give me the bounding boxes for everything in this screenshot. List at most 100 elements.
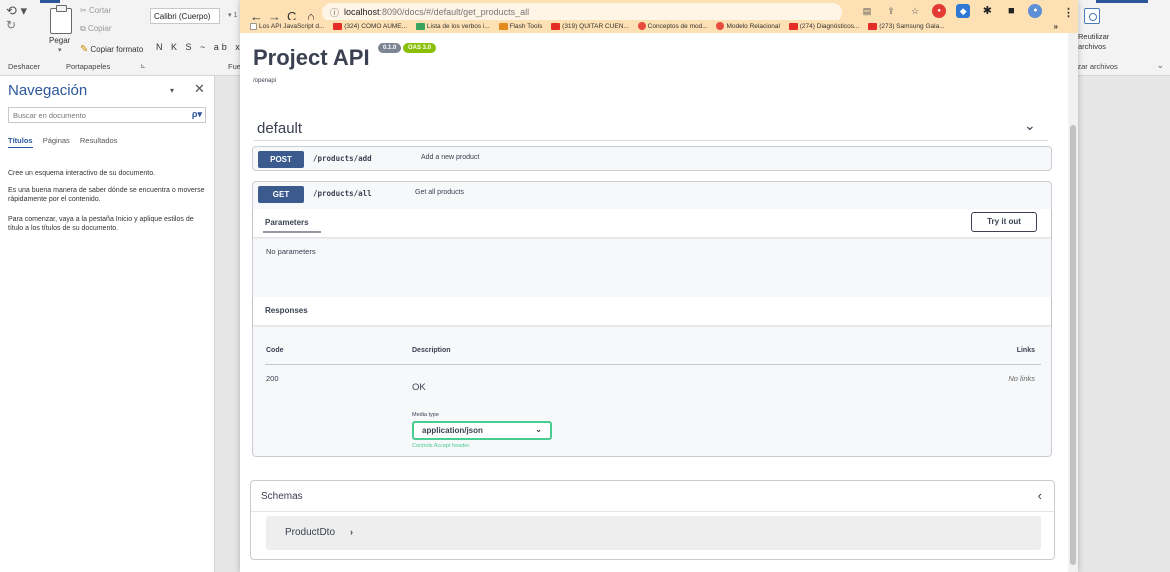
bookmarks-bar: Los API JavaScript d... (324) COMO AUME.… bbox=[240, 20, 1078, 33]
parameters-tab[interactable]: Parameters bbox=[265, 218, 309, 227]
cut-button[interactable]: ✂ Cortar bbox=[80, 6, 111, 15]
divider bbox=[251, 511, 1054, 512]
bookmark-item[interactable]: (324) COMO AUME... bbox=[333, 20, 407, 33]
try-it-out-button[interactable]: Try it out bbox=[971, 212, 1037, 232]
paste-button[interactable]: Pegar bbox=[49, 36, 70, 45]
operation-get-products-all: GET /products/all Get all products Param… bbox=[252, 181, 1052, 457]
reuse-files-label-1: Reutilizar bbox=[1078, 32, 1110, 41]
side-panel-icon[interactable]: ■ bbox=[1004, 4, 1018, 18]
version-badge: 0.1.0 bbox=[378, 43, 402, 53]
method-badge: POST bbox=[258, 151, 304, 168]
chevron-down-icon[interactable]: ⌄ bbox=[1024, 117, 1036, 134]
reuse-files-button[interactable]: Reutilizar archivos bbox=[1078, 32, 1109, 52]
redo-icon[interactable]: ↻ bbox=[6, 18, 40, 32]
cut-icon: ✂ bbox=[80, 6, 89, 15]
font-format-buttons[interactable]: N K S ~ ab x bbox=[156, 42, 243, 52]
site-icon bbox=[637, 22, 646, 31]
scrollbar-thumb[interactable] bbox=[1070, 125, 1076, 565]
bookmark-item[interactable]: Modelo Relacional bbox=[716, 20, 780, 33]
scrollbar[interactable] bbox=[1068, 33, 1078, 572]
operation-summary[interactable]: POST /products/add Add a new product bbox=[253, 147, 1051, 172]
url-host: localhost bbox=[344, 7, 380, 17]
bookmark-item[interactable]: (273) Samsung Gala... bbox=[868, 20, 945, 33]
bookmark-item[interactable]: Lista de los verbos i... bbox=[415, 20, 490, 33]
nav-help-text-2: Es una buena manera de saber dónde se en… bbox=[8, 187, 205, 203]
nav-pane-options-icon[interactable]: ▾ bbox=[170, 86, 174, 95]
openapi-link[interactable]: /openapi bbox=[253, 78, 276, 84]
extensions-puzzle-icon[interactable]: ✱ bbox=[980, 4, 994, 18]
paste-icon[interactable] bbox=[50, 5, 72, 34]
search-icon[interactable]: ρ▾ bbox=[192, 109, 202, 120]
schema-model[interactable]: ProductDto › bbox=[266, 516, 1041, 550]
bookmark-label: Modelo Relacional bbox=[726, 23, 780, 30]
swagger-page: Project API 0.1.0 OAS 3.0 /openapi defau… bbox=[240, 33, 1078, 572]
profile-avatar-icon[interactable]: ● bbox=[1028, 4, 1043, 18]
font-name-select[interactable]: Calibri (Cuerpo) bbox=[150, 8, 220, 24]
site-info-icon[interactable]: ⓘ bbox=[330, 6, 339, 19]
chevron-left-icon[interactable]: ‹ bbox=[1038, 488, 1042, 503]
tag-title[interactable]: default bbox=[257, 120, 302, 137]
nav-tab-results[interactable]: Resultados bbox=[80, 136, 118, 147]
bookmark-item[interactable]: (319) QUITAR CUEN... bbox=[551, 20, 629, 33]
share-icon[interactable]: ⇪ bbox=[884, 4, 898, 18]
operation-description: Add a new product bbox=[421, 154, 480, 161]
youtube-icon bbox=[333, 22, 343, 30]
font-size-dropdown-icon[interactable]: ▾ 1 bbox=[228, 11, 237, 19]
format-painter-button[interactable]: ✎ Copiar formato bbox=[80, 44, 143, 55]
extension-icons: ▤ ⇪ ☆ ● ◆ ✱ ■ ● bbox=[860, 4, 1049, 20]
bookmark-item[interactable]: (274) Diagnósticos... bbox=[788, 20, 860, 33]
bookmark-item[interactable]: Conceptos de mod... bbox=[637, 20, 708, 33]
oas-badge: OAS 3.0 bbox=[403, 43, 437, 53]
nav-help-text-3: Para comenzar, vaya a la pestaña Inicio … bbox=[8, 216, 194, 232]
bookmark-label: Conceptos de mod... bbox=[647, 23, 708, 30]
divider bbox=[265, 364, 1041, 365]
media-type-label: Media type bbox=[412, 412, 439, 418]
copy-button[interactable]: ⧉ Copiar bbox=[80, 24, 112, 34]
extension-icon[interactable]: ◆ bbox=[956, 4, 971, 18]
chevron-right-icon[interactable]: › bbox=[350, 527, 353, 537]
nav-tab-headings[interactable]: Títulos bbox=[8, 136, 33, 148]
bookmark-item[interactable]: Flash Tools bbox=[498, 20, 542, 33]
green-site-icon bbox=[415, 22, 425, 30]
page-title: Project API bbox=[253, 45, 370, 70]
close-icon[interactable]: ✕ bbox=[194, 81, 205, 97]
bookmark-label: (324) COMO AUME... bbox=[344, 23, 408, 30]
divider bbox=[254, 140, 1048, 141]
bookmark-item[interactable]: Los API JavaScript d... bbox=[250, 20, 324, 33]
schemas-title[interactable]: Schemas bbox=[261, 491, 303, 502]
translate-icon[interactable]: ▤ bbox=[860, 4, 874, 18]
nav-tab-pages[interactable]: Páginas bbox=[43, 136, 70, 147]
media-type-value: application/json bbox=[422, 426, 483, 435]
undo-icon[interactable]: ⟲ ▾ bbox=[6, 4, 40, 18]
ribbon-tab-indicator-right bbox=[1096, 0, 1148, 3]
media-type-select[interactable]: application/json ⌄ bbox=[412, 421, 552, 440]
bookmark-label: Lista de los verbos i... bbox=[426, 23, 490, 30]
nav-pane-title: Navegación bbox=[8, 82, 88, 99]
adblock-icon[interactable]: ● bbox=[932, 4, 947, 18]
site-icon bbox=[716, 22, 725, 31]
operation-path: /products/add bbox=[313, 154, 372, 163]
schema-model-name: ProductDto bbox=[285, 527, 336, 538]
clipboard-launcher-icon[interactable]: ⊾ bbox=[140, 62, 146, 70]
bookmark-label: (274) Diagnósticos... bbox=[799, 23, 860, 30]
clipboard-group-label: Portapapeles bbox=[66, 62, 111, 71]
nav-help-text-1: Cree un esquema interactivo de su docume… bbox=[8, 170, 156, 177]
response-links: No links bbox=[1008, 374, 1035, 383]
bookmark-label: Los API JavaScript d... bbox=[259, 23, 325, 30]
bookmark-star-icon[interactable]: ☆ bbox=[908, 4, 922, 18]
browser-menu-icon[interactable]: ⋮ bbox=[1063, 6, 1074, 19]
font-group-label: Fue bbox=[228, 62, 241, 71]
ribbon-collapse-icon[interactable]: ⌄ bbox=[1156, 60, 1164, 71]
paste-dropdown-icon[interactable]: ▾ bbox=[58, 46, 62, 54]
url-path: :8090/docs/#/default/get_products_all bbox=[379, 7, 530, 17]
youtube-icon bbox=[868, 22, 878, 30]
nav-search-input[interactable]: Buscar en documento ρ▾ bbox=[8, 107, 206, 123]
format-painter-icon: ✎ bbox=[80, 44, 89, 55]
parameters-header: Parameters Try it out bbox=[253, 209, 1051, 237]
column-header-code: Code bbox=[266, 347, 284, 354]
column-header-description: Description bbox=[412, 347, 451, 354]
reuse-files-icon[interactable] bbox=[1084, 8, 1100, 24]
operation-summary[interactable]: GET /products/all Get all products bbox=[253, 182, 1051, 207]
bookmarks-more-button[interactable]: » bbox=[1054, 20, 1058, 33]
operation-description: Get all products bbox=[415, 189, 465, 196]
